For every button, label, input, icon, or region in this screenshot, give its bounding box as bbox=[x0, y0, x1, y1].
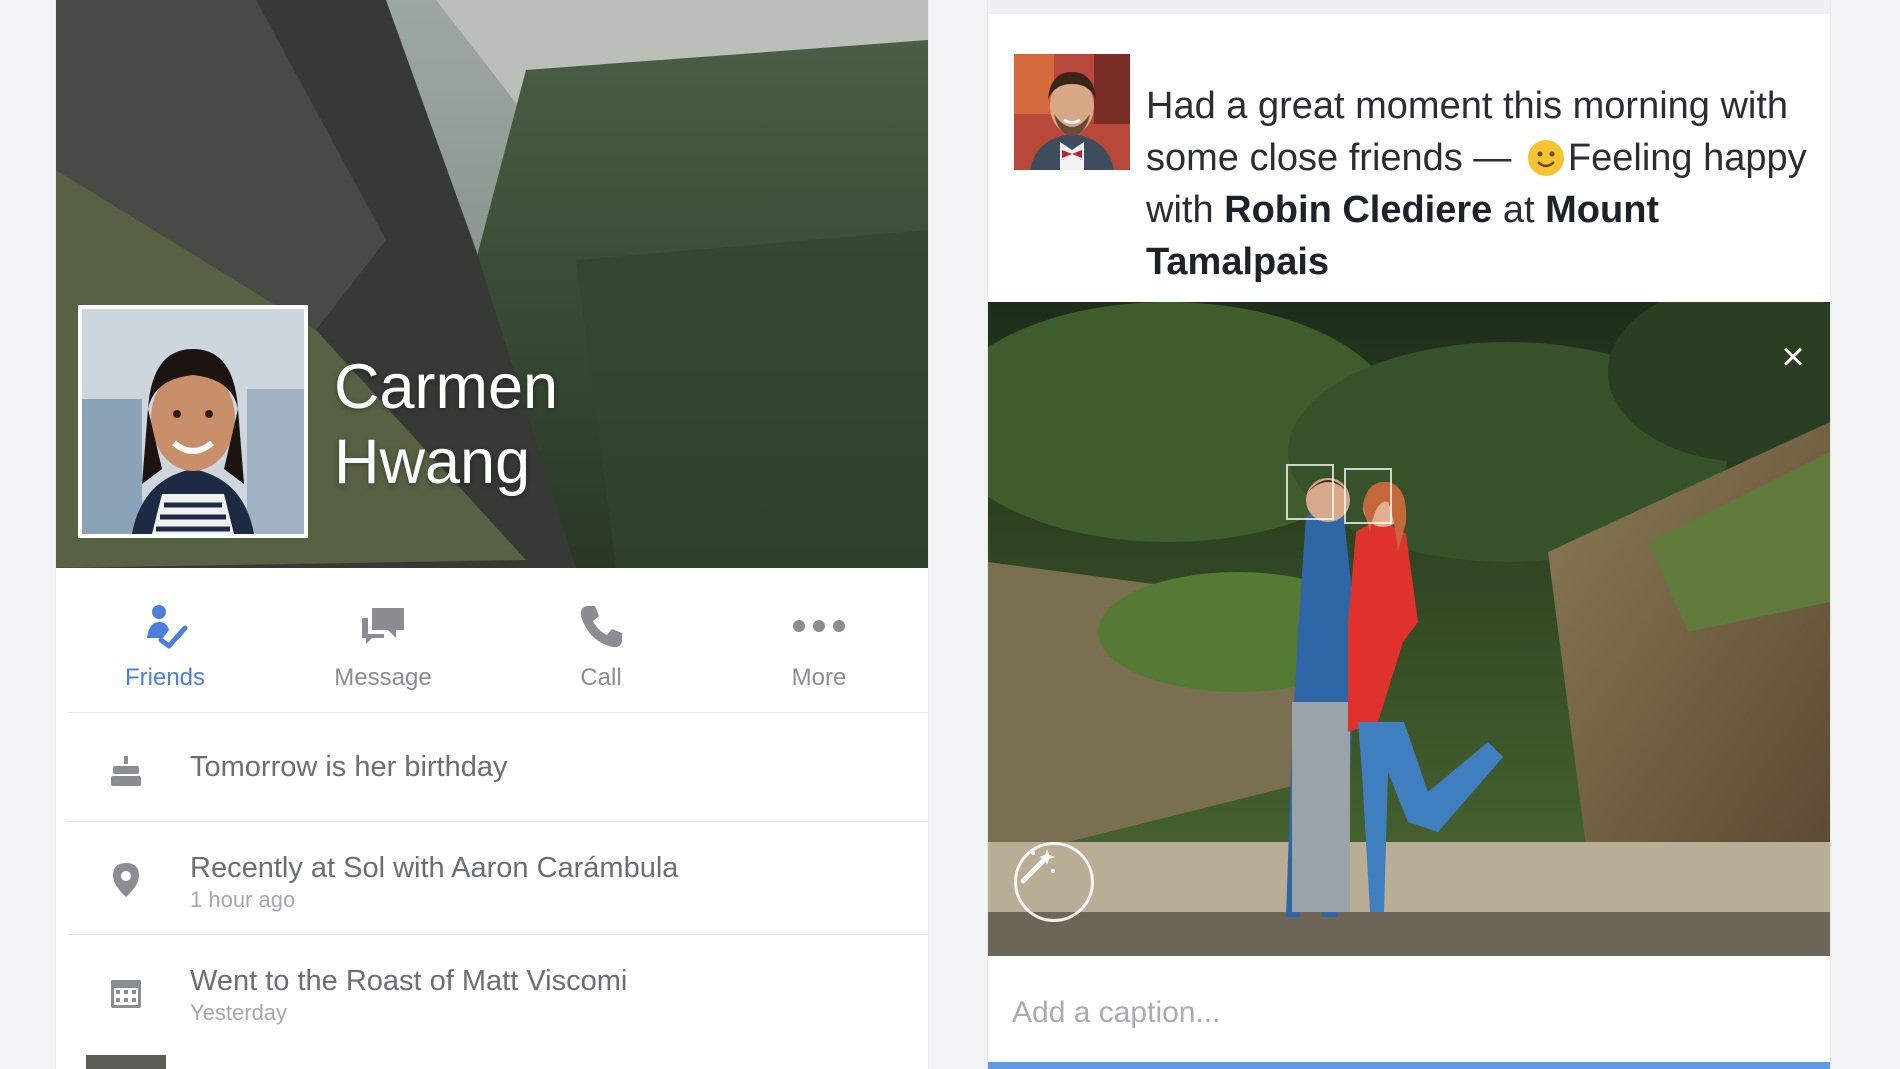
location-time: 1 hour ago bbox=[190, 887, 296, 912]
location-text: Recently at Sol with Aaron Carámbula 1 h… bbox=[190, 852, 678, 913]
profile-info-list: Tomorrow is her birthday Recently at Sol… bbox=[56, 712, 928, 1047]
magic-wand-edit-button[interactable] bbox=[1014, 842, 1094, 922]
tagged-person-link[interactable]: Robin Clediere bbox=[1224, 189, 1492, 231]
event-time: Yesterday bbox=[190, 1000, 288, 1025]
post-status-text: Had a great moment this morning with som… bbox=[1146, 80, 1818, 288]
profile-name: Carmen Hwang bbox=[334, 350, 558, 500]
event-item[interactable]: Went to the Roast of Matt Viscomi Yester… bbox=[68, 934, 928, 1047]
face-tag-1[interactable] bbox=[1286, 464, 1334, 520]
photo-scene bbox=[988, 302, 1830, 956]
event-text: Went to the Roast of Matt Viscomi Yester… bbox=[190, 965, 627, 1026]
face-tag-2[interactable] bbox=[1344, 468, 1392, 524]
friends-button[interactable]: Friends bbox=[56, 568, 274, 710]
composer-screen: Had a great moment this morning with som… bbox=[988, 0, 1830, 1069]
location-pin-icon bbox=[106, 860, 146, 900]
profile-portrait bbox=[82, 309, 304, 534]
place-line1: Mount bbox=[1545, 189, 1660, 231]
friends-check-icon bbox=[137, 598, 193, 654]
birthday-cake-icon bbox=[106, 751, 146, 791]
message-bubbles-icon bbox=[355, 598, 411, 654]
smiley-emoji-icon bbox=[1527, 140, 1564, 176]
post-header: Had a great moment this morning with som… bbox=[988, 14, 1830, 300]
close-icon[interactable]: × bbox=[1770, 334, 1816, 380]
more-button[interactable]: More bbox=[710, 568, 928, 710]
caption-input[interactable] bbox=[1012, 988, 1792, 1038]
more-dots-icon bbox=[791, 598, 847, 654]
friends-label: Friends bbox=[124, 664, 206, 691]
author-portrait bbox=[1014, 54, 1130, 170]
location-primary: Recently at Sol with Aaron Carámbula bbox=[190, 852, 679, 884]
author-avatar[interactable] bbox=[1014, 54, 1130, 170]
event-primary: Went to the Roast of Matt Viscomi bbox=[190, 965, 628, 997]
profile-picture[interactable] bbox=[78, 305, 308, 538]
message-button[interactable]: Message bbox=[274, 568, 492, 710]
profile-action-bar: Friends Message Call More bbox=[56, 568, 928, 710]
profile-last-name: Hwang bbox=[334, 427, 531, 497]
attached-photo[interactable]: × bbox=[988, 302, 1830, 956]
next-item-thumbnail bbox=[86, 1055, 166, 1069]
post-at-text: at bbox=[1492, 189, 1546, 231]
call-button[interactable]: Call bbox=[492, 568, 710, 710]
magic-wand-icon bbox=[1020, 849, 1055, 884]
bottom-bar bbox=[988, 1062, 1830, 1069]
location-item[interactable]: Recently at Sol with Aaron Carámbula 1 h… bbox=[68, 821, 928, 934]
more-label: More bbox=[791, 664, 847, 691]
top-bar bbox=[988, 0, 1830, 14]
profile-screen: Carmen Hwang Friends Message Call More T… bbox=[56, 0, 928, 1069]
phone-icon bbox=[573, 598, 629, 654]
profile-first-name: Carmen bbox=[334, 352, 559, 422]
message-label: Message bbox=[334, 664, 432, 691]
birthday-text: Tomorrow is her birthday bbox=[190, 751, 508, 784]
birthday-primary: Tomorrow is her birthday bbox=[190, 751, 508, 783]
calendar-icon bbox=[106, 973, 146, 1013]
birthday-item[interactable]: Tomorrow is her birthday bbox=[68, 712, 928, 821]
cover-photo: Carmen Hwang bbox=[56, 0, 928, 568]
place-line2: Tamalpais bbox=[1146, 241, 1330, 283]
call-label: Call bbox=[580, 664, 622, 691]
